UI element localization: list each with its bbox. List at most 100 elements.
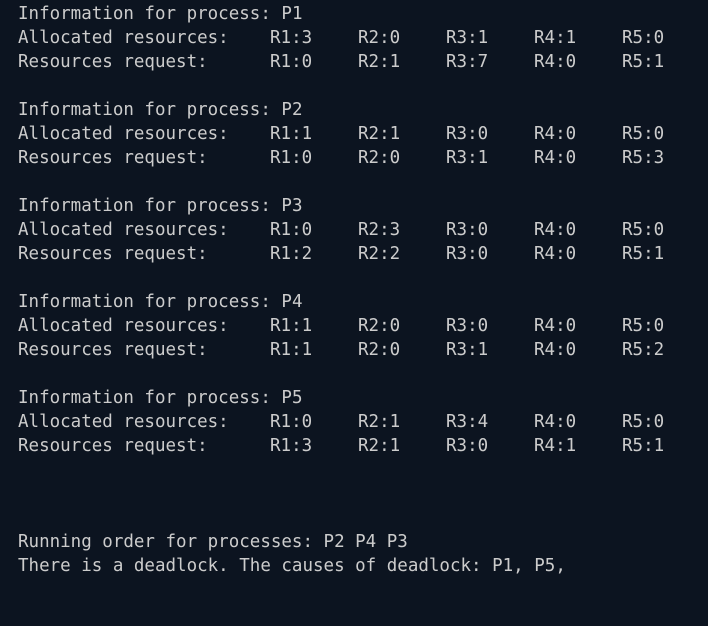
resource-value-r4: R4:1 [534, 28, 577, 48]
resource-value-r5: R5:0 [622, 316, 665, 336]
process-header-prefix: Information for process: [18, 196, 282, 216]
process-name: P3 [281, 196, 303, 216]
resource-value-r4: R4:0 [534, 52, 577, 72]
resource-value-r5: R5:0 [622, 124, 665, 144]
resources-request-row: Resources request: R1:1 R2:0 R3:1 R4:0 R5:2 [0, 338, 708, 362]
resource-value-r5: R5:0 [622, 28, 665, 48]
resource-value-r2: R2:1 [358, 124, 401, 144]
resource-value-r3: R3:7 [446, 52, 489, 72]
resource-value-r3: R3:4 [446, 412, 489, 432]
resources-request-row-label: Resources request: [18, 340, 208, 360]
resource-value-r3: R3:1 [446, 28, 489, 48]
resources-request-row-label: Resources request: [18, 148, 208, 168]
resource-value-r1: R1:1 [270, 316, 313, 336]
resource-value-r1: R1:0 [270, 220, 313, 240]
resource-value-r4: R4:0 [534, 148, 577, 168]
resource-value-r3: R3:0 [446, 124, 489, 144]
allocated-resources-row: Allocated resources: R1:3 R2:0 R3:1 R4:1 R5:0 [0, 26, 708, 50]
process-list: Information for process: P1 Allocated res… [0, 2, 708, 458]
process-block: Information for process: P5 Allocated res… [0, 386, 708, 458]
resource-value-r1: R1:0 [270, 412, 313, 432]
resource-value-r5: R5:0 [622, 412, 665, 432]
resource-value-r4: R4:0 [534, 220, 577, 240]
resource-value-r2: R2:1 [358, 436, 401, 456]
process-block: Information for process: P1 Allocated res… [0, 2, 708, 74]
resource-value-r2: R2:0 [358, 148, 401, 168]
resource-value-r5: R5:1 [622, 244, 665, 264]
allocated-resources-row: Allocated resources: R1:0 R2:3 R3:0 R4:0 R5:0 [0, 218, 708, 242]
resources-request-row: Resources request: R1:0 R2:1 R3:7 R4:0 R5:1 [0, 50, 708, 74]
resource-value-r4: R4:0 [534, 244, 577, 264]
allocated-resources-row-label: Allocated resources: [18, 412, 229, 432]
resource-value-r3: R3:0 [446, 220, 489, 240]
resource-value-r3: R3:1 [446, 340, 489, 360]
resource-value-r3: R3:0 [446, 436, 489, 456]
process-header-prefix: Information for process: [18, 292, 282, 312]
process-name: P4 [281, 292, 303, 312]
resource-value-r2: R2:1 [358, 52, 401, 72]
resource-value-r5: R5:0 [622, 220, 665, 240]
process-header: Information for process: P2 [18, 98, 302, 122]
resource-value-r1: R1:3 [270, 436, 313, 456]
blank-gap [0, 458, 708, 530]
resource-value-r2: R2:0 [358, 316, 401, 336]
running-order-text: Running order for processes: P2 P4 P3 [18, 532, 408, 552]
allocated-resources-row-label: Allocated resources: [18, 28, 229, 48]
resource-value-r4: R4:0 [534, 124, 577, 144]
resource-value-r5: R5:1 [622, 52, 665, 72]
resources-request-row-label: Resources request: [18, 52, 208, 72]
resource-value-r5: R5:3 [622, 148, 665, 168]
resource-value-r2: R2:0 [358, 28, 401, 48]
resource-value-r4: R4:0 [534, 340, 577, 360]
allocated-resources-row-label: Allocated resources: [18, 316, 229, 336]
process-name: P1 [281, 4, 303, 24]
process-header-prefix: Information for process: [18, 100, 282, 120]
allocated-resources-row-label: Allocated resources: [18, 220, 229, 240]
process-header: Information for process: P4 [18, 290, 302, 314]
resource-value-r4: R4:0 [534, 412, 577, 432]
process-name: P2 [281, 100, 303, 120]
allocated-resources-row: Allocated resources: R1:1 R2:0 R3:0 R4:0 R5:0 [0, 314, 708, 338]
process-header-line: Information for process: P5 [0, 386, 708, 410]
deadlock-line: There is a deadlock. The causes of deadl… [0, 554, 708, 578]
process-header: Information for process: P1 [18, 2, 302, 26]
allocated-resources-row: Allocated resources: R1:1 R2:1 R3:0 R4:0 R5:0 [0, 122, 708, 146]
resource-value-r2: R2:0 [358, 340, 401, 360]
resource-value-r2: R2:1 [358, 412, 401, 432]
terminal-output: Information for process: P1 Allocated res… [0, 0, 708, 578]
resource-value-r1: R1:0 [270, 148, 313, 168]
resource-value-r2: R2:3 [358, 220, 401, 240]
process-header-prefix: Information for process: [18, 4, 282, 24]
resources-request-row-label: Resources request: [18, 244, 208, 264]
process-header-line: Information for process: P4 [0, 290, 708, 314]
resources-request-row: Resources request: R1:0 R2:0 R3:1 R4:0 R5:3 [0, 146, 708, 170]
process-block: Information for process: P2 Allocated res… [0, 98, 708, 170]
deadlock-text: There is a deadlock. The causes of deadl… [18, 556, 566, 576]
process-header-line: Information for process: P2 [0, 98, 708, 122]
process-header-line: Information for process: P1 [0, 2, 708, 26]
resource-value-r3: R3:0 [446, 244, 489, 264]
resource-value-r1: R1:0 [270, 52, 313, 72]
running-order-line: Running order for processes: P2 P4 P3 [0, 530, 708, 554]
resource-value-r5: R5:1 [622, 436, 665, 456]
process-block: Information for process: P4 Allocated res… [0, 290, 708, 362]
resource-value-r5: R5:2 [622, 340, 665, 360]
resource-value-r1: R1:3 [270, 28, 313, 48]
resource-value-r4: R4:0 [534, 316, 577, 336]
resources-request-row-label: Resources request: [18, 436, 208, 456]
process-header-prefix: Information for process: [18, 388, 282, 408]
resource-value-r2: R2:2 [358, 244, 401, 264]
process-block: Information for process: P3 Allocated res… [0, 194, 708, 266]
resource-value-r3: R3:0 [446, 316, 489, 336]
allocated-resources-row: Allocated resources: R1:0 R2:1 R3:4 R4:0 R5:0 [0, 410, 708, 434]
process-name: P5 [281, 388, 303, 408]
resources-request-row: Resources request: R1:2 R2:2 R3:0 R4:0 R5:1 [0, 242, 708, 266]
process-header-line: Information for process: P3 [0, 194, 708, 218]
process-header: Information for process: P5 [18, 386, 302, 410]
resources-request-row: Resources request: R1:3 R2:1 R3:0 R4:1 R5:1 [0, 434, 708, 458]
resource-value-r1: R1:1 [270, 340, 313, 360]
